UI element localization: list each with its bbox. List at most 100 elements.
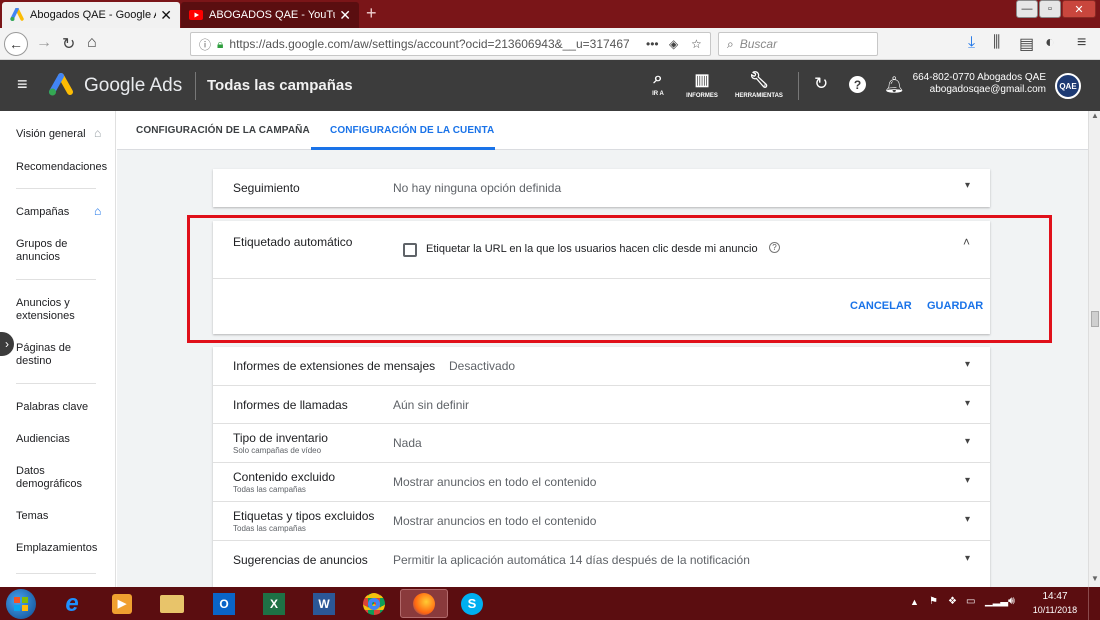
account-id[interactable]: 664-802-0770 Abogados QAE [912, 72, 1046, 83]
go-to-button[interactable]: ⌕ IR A [646, 70, 670, 97]
sidebar-divider [16, 188, 96, 189]
file-explorer-icon[interactable] [148, 589, 196, 618]
show-desktop-button[interactable] [1088, 587, 1100, 620]
checkbox-label[interactable]: Etiquetar la URL en la que los usuarios … [426, 243, 758, 255]
downloads-icon[interactable]: ⤓ [968, 34, 975, 52]
notifications-bell-icon[interactable]: 🔔︎ [884, 75, 904, 95]
sidebar-item-ads-extensions[interactable]: Anuncios y extensiones [16, 297, 86, 323]
google-ads-logo-icon [48, 73, 74, 102]
search-input[interactable]: ⌕ Buscar [718, 32, 878, 56]
setting-label: Tipo de inventario [233, 431, 328, 445]
tracking-setting-row[interactable]: Seguimiento No hay ninguna opción defini… [213, 169, 990, 207]
media-player-icon[interactable]: ▶ [98, 589, 146, 618]
excel-icon[interactable]: X [250, 589, 298, 618]
chrome-icon[interactable] [350, 589, 398, 618]
help-icon[interactable]: ? [849, 76, 866, 93]
chevron-down-icon[interactable]: ▾ [965, 436, 970, 447]
hamburger-menu-icon[interactable]: ≡ [17, 74, 28, 95]
tools-button[interactable]: 🔧︎ HERRAMIENTAS [731, 70, 787, 99]
maximize-window-icon[interactable]: ▫ [1039, 0, 1061, 18]
chevron-down-icon[interactable]: ▾ [965, 359, 970, 370]
new-tab-button[interactable]: + [366, 3, 377, 24]
sidebar-item-placements[interactable]: Emplazamientos [16, 542, 97, 555]
url-bar[interactable]: ⓘ 🔒︎ https://ads.google.com/aw/settings/… [190, 32, 711, 56]
volume-icon[interactable]: 🔊︎ [1008, 595, 1015, 608]
tab-account-settings[interactable]: CONFIGURACIÓN DE LA CUENTA [330, 125, 494, 136]
setting-label: Sugerencias de anuncios [233, 553, 368, 567]
library-icon[interactable]: ⫼ [993, 34, 1000, 52]
menu-icon[interactable]: ≡ [1077, 34, 1086, 52]
reports-button[interactable]: ▥ INFORMES [682, 70, 722, 99]
setting-row[interactable]: Tipo de inventario Solo campañas de víde… [213, 424, 990, 463]
back-button[interactable]: ← [4, 32, 28, 56]
outlook-icon[interactable]: O [200, 589, 248, 618]
sidebar-item-keywords[interactable]: Palabras clave [16, 401, 88, 414]
dropbox-icon[interactable]: ❖ [948, 596, 957, 607]
expand-sidebar-icon[interactable]: › [0, 332, 14, 356]
help-icon[interactable]: ? [769, 242, 780, 253]
refresh-icon[interactable]: ↻ [814, 74, 828, 94]
scroll-thumb[interactable] [1091, 311, 1099, 327]
sidebar-item-demographics[interactable]: Datos demográficos [16, 465, 86, 491]
firefox-icon[interactable] [400, 589, 448, 618]
tab-youtube[interactable]: ABOGADOS QAE - YouTube ✕ [181, 2, 359, 28]
setting-row[interactable]: Etiquetas y tipos excluidos Todas las ca… [213, 502, 990, 541]
reload-icon[interactable]: ↻ [62, 34, 75, 54]
close-window-icon[interactable]: ✕ [1062, 0, 1096, 18]
pocket-icon[interactable]: ◈ [669, 37, 678, 51]
chevron-down-icon[interactable]: ▾ [965, 553, 970, 564]
minimize-window-icon[interactable]: — [1016, 0, 1038, 18]
setting-row[interactable]: Sugerencias de anuncios Permitir la apli… [213, 541, 990, 580]
signal-icon[interactable]: ▁▂▃ [985, 596, 1008, 607]
network-icon[interactable]: ▭ [966, 596, 975, 607]
info-icon[interactable]: ⓘ [199, 36, 211, 53]
close-tab-icon[interactable]: ✕ [160, 7, 172, 24]
sidebar-item-overview[interactable]: Visión general [16, 128, 86, 141]
setting-row[interactable]: Informes de extensiones de mensajes Desa… [213, 347, 990, 386]
google-ads-header: ≡ Google Ads Todas las campañas ⌕ IR A ▥… [0, 60, 1100, 111]
internet-explorer-icon[interactable]: e [48, 589, 96, 618]
sidebar-toggle-icon[interactable]: ▤ [1019, 34, 1034, 54]
chevron-up-icon[interactable]: ˄ [963, 235, 970, 249]
clock-date[interactable]: 10/11/2018 [1030, 605, 1080, 615]
show-hidden-icons-icon[interactable]: ▲ [910, 597, 919, 607]
setting-row[interactable]: Informes de llamadas Aún sin definir ▾ [213, 386, 990, 424]
sidebar-item-audiences[interactable]: Audiencias [16, 433, 70, 446]
scroll-up-icon[interactable]: ▲ [1091, 111, 1099, 120]
tab-google-ads[interactable]: Abogados QAE - Google Ads ✕ [2, 2, 180, 28]
sidebar-item-landing-pages[interactable]: Páginas de destino [16, 342, 86, 368]
chevron-down-icon[interactable]: ▾ [965, 475, 970, 486]
save-button[interactable]: GUARDAR [927, 300, 983, 312]
chevron-down-icon[interactable]: ▾ [965, 514, 970, 525]
account-email[interactable]: abogadosqae@gmail.com [912, 84, 1046, 95]
page-actions-icon[interactable]: ••• [646, 37, 659, 51]
extension-icon[interactable]: ◐ [1045, 34, 1055, 52]
sidebar-divider [16, 383, 96, 384]
setting-row[interactable]: Contenido excluido Todas las campañas Mo… [213, 463, 990, 502]
clock-time[interactable]: 14:47 [1030, 591, 1080, 602]
setting-sublabel: Solo campañas de vídeo [233, 446, 322, 455]
chevron-down-icon[interactable]: ▾ [965, 180, 970, 191]
bookmark-star-icon[interactable]: ☆ [691, 37, 702, 51]
bar-chart-icon: ▥ [694, 72, 710, 89]
word-icon[interactable]: W [300, 589, 348, 618]
sidebar-item-recommendations[interactable]: Recomendaciones [16, 161, 107, 174]
close-tab-icon[interactable]: ✕ [339, 7, 351, 24]
forward-button[interactable]: → [36, 34, 52, 52]
sidebar-item-topics[interactable]: Temas [16, 510, 48, 523]
sidebar-item-ad-groups[interactable]: Grupos de anuncios [16, 238, 86, 264]
scroll-down-icon[interactable]: ▼ [1091, 574, 1099, 583]
start-button[interactable] [6, 589, 36, 619]
home-icon[interactable]: ⌂ [87, 34, 97, 52]
tab-campaign-settings[interactable]: CONFIGURACIÓN DE LA CAMPAÑA [136, 125, 310, 136]
cancel-button[interactable]: CANCELAR [850, 300, 912, 312]
setting-sublabel: Todas las campañas [233, 524, 306, 533]
sidebar-item-campaigns[interactable]: Campañas [16, 206, 69, 219]
auto-tagging-checkbox[interactable] [403, 243, 417, 257]
flag-icon[interactable]: ⚑ [929, 596, 938, 607]
avatar[interactable]: QAE [1055, 73, 1081, 99]
page-scrollbar[interactable]: ▲ ▼ [1088, 111, 1100, 587]
windows-taskbar: e ▶ O X W S ▲ ⚑ ❖ ▭ ▁▂▃ 🔊︎ 14:47 10/11/2… [0, 587, 1100, 620]
chevron-down-icon[interactable]: ▾ [965, 398, 970, 409]
skype-icon[interactable]: S [448, 589, 496, 618]
